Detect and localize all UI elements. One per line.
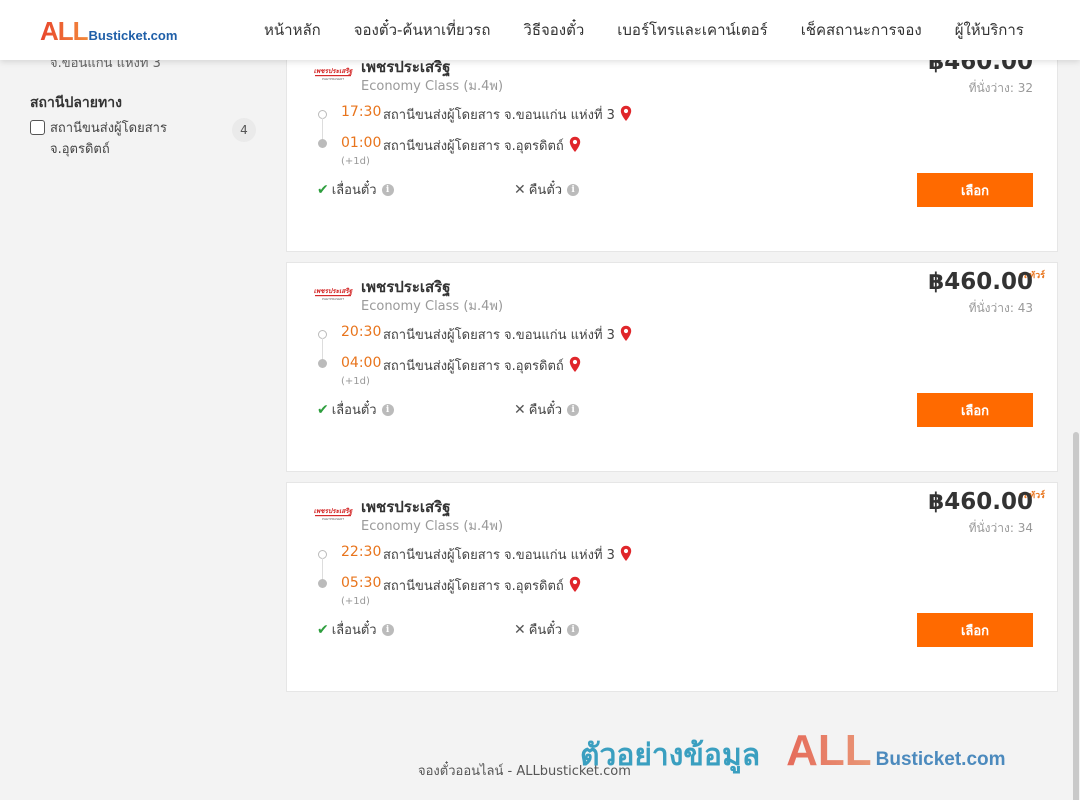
seats-available: ที่นั่งว่าง: 32 (968, 81, 1033, 95)
info-icon[interactable]: i (381, 183, 394, 196)
check-icon: ✔ (317, 181, 329, 198)
change-ticket-label: เลื่อนตั๋ว (331, 183, 377, 198)
main-nav: หน้าหลัก จองตั๋ว-ค้นหาเที่ยวรถ วิธีจองตั… (264, 0, 1057, 60)
bus-class: Economy Class (ม.4พ) (361, 299, 504, 314)
refund-ticket-policy: ✕ คืนตั๋ว i (514, 619, 580, 640)
next-day-indicator: (+1d) (341, 156, 370, 167)
info-icon[interactable]: i (567, 183, 580, 196)
nav-home[interactable]: หน้าหลัก (264, 18, 321, 42)
arrive-station-label: สถานีขนส่งผู้โดยสาร จ.อุตรดิตถ์ (383, 139, 564, 154)
info-icon[interactable]: i (381, 403, 394, 416)
bus-class: Economy Class (ม.4พ) (361, 519, 504, 534)
refund-ticket-policy: ✕ คืนตั๋ว i (514, 399, 580, 420)
change-ticket-policy: ✔ เลื่อนตั๋ว i (317, 399, 394, 420)
logo-all: ALL (40, 16, 89, 46)
depart-station-label: สถานีขนส่งผู้โดยสาร จ.ขอนแก่น แห่งที่ 3 (383, 328, 615, 343)
svg-text:เพชรประเสริฐ: เพชรประเสริฐ (314, 287, 353, 296)
depart-time: 20:30 (341, 324, 382, 340)
arrive-station: สถานีขนส่งผู้โดยสาร จ.อุตรดิตถ์ (383, 355, 581, 376)
arrive-dot (318, 359, 327, 368)
refund-ticket-label: คืนตั๋ว (528, 183, 563, 198)
select-trip-button[interactable]: เลือก (917, 393, 1033, 427)
refund-ticket-label: คืนตั๋ว (528, 623, 563, 638)
destination-filter-label[interactable]: สถานีขนส่งผู้โดยสาร จ.อุตรดิตถ์ (50, 118, 210, 160)
map-pin-icon[interactable] (620, 105, 632, 122)
depart-station: สถานีขนส่งผู้โดยสาร จ.ขอนแก่น แห่งที่ 3 (383, 104, 632, 125)
depart-station-label: สถานีขนส่งผู้โดยสาร จ.ขอนแก่น แห่งที่ 3 (383, 108, 615, 123)
arrive-station: สถานีขนส่งผู้โดยสาร จ.อุตรดิตถ์ (383, 575, 581, 596)
bus-class: Economy Class (ม.4พ) (361, 79, 504, 94)
info-icon[interactable]: i (381, 623, 394, 636)
operator-logo: เพชรประเสริฐ PHETPRASERT (313, 67, 353, 81)
scrollbar-thumb[interactable] (1073, 432, 1079, 800)
change-ticket-policy: ✔ เลื่อนตั๋ว i (317, 619, 394, 640)
svg-text:PHETPRASERT: PHETPRASERT (322, 297, 344, 301)
nav-how-to-book[interactable]: วิธีจองตั๋ว (523, 18, 584, 42)
select-trip-button[interactable]: เลือก (917, 613, 1033, 647)
destination-checkbox[interactable] (30, 120, 45, 135)
trip-card: เพชรประเสริฐ PHETPRASERT เพชรประเสริฐ Ec… (286, 262, 1058, 472)
svg-text:เพชรประเสริฐ: เพชรประเสริฐ (314, 507, 353, 516)
operator-logo: เพชรประเสริฐ PHETPRASERT (313, 507, 353, 521)
watermark-busticket: Busticket.com (875, 749, 1006, 770)
select-trip-button[interactable]: เลือก (917, 173, 1033, 207)
map-pin-icon[interactable] (620, 325, 632, 342)
nav-operators[interactable]: ผู้ให้บริการ (955, 18, 1024, 42)
seats-available: ที่นั่งว่าง: 34 (968, 521, 1033, 535)
arrive-time: 01:00 (341, 135, 382, 151)
map-pin-icon[interactable] (569, 136, 581, 153)
trip-price: ฿460.00 (928, 269, 1033, 295)
arrive-station-label: สถานีขนส่งผู้โดยสาร จ.อุตรดิตถ์ (383, 359, 564, 374)
nav-check-status[interactable]: เช็คสถานะการจอง (801, 18, 922, 42)
change-ticket-policy: ✔ เลื่อนตั๋ว i (317, 179, 394, 200)
info-icon[interactable]: i (567, 403, 580, 416)
seats-available: ที่นั่งว่าง: 43 (968, 301, 1033, 315)
depart-station: สถานีขนส่งผู้โดยสาร จ.ขอนแก่น แห่งที่ 3 (383, 544, 632, 565)
svg-text:PHETPRASERT: PHETPRASERT (322, 517, 344, 521)
site-header: ALL Busticket.com หน้าหลัก จองตั๋ว-ค้นหา… (0, 0, 1080, 60)
trip-card: เพชรประเสริฐ PHETPRASERT เพชรประเสริฐ Ec… (286, 482, 1058, 692)
sample-data-watermark: ตัวอย่างข้อมูล ALL Busticket.com (580, 726, 1006, 779)
depart-time: 22:30 (341, 544, 382, 560)
check-icon: ✔ (317, 401, 329, 418)
map-pin-icon[interactable] (569, 576, 581, 593)
check-icon: ✔ (317, 621, 329, 638)
arrive-time: 05:30 (341, 575, 382, 591)
site-logo[interactable]: ALL Busticket.com (40, 16, 177, 47)
destination-heading: สถานีปลายทาง (30, 95, 122, 111)
watermark-all: ALL (786, 726, 872, 775)
svg-text:เพชรประเสริฐ: เพชรประเสริฐ (314, 67, 353, 76)
arrive-dot (318, 579, 327, 588)
arrive-time: 04:00 (341, 355, 382, 371)
cross-icon: ✕ (514, 181, 526, 198)
operator-logo: เพชรประเสริฐ PHETPRASERT (313, 287, 353, 301)
depart-station-label: สถานีขนส่งผู้โดยสาร จ.ขอนแก่น แห่งที่ 3 (383, 548, 615, 563)
map-pin-icon[interactable] (569, 356, 581, 373)
depart-station: สถานีขนส่งผู้โดยสาร จ.ขอนแก่น แห่งที่ 3 (383, 324, 632, 345)
map-pin-icon[interactable] (620, 545, 632, 562)
trip-price: ฿460.00 (928, 489, 1033, 515)
refund-ticket-policy: ✕ คืนตั๋ว i (514, 179, 580, 200)
watermark-thai-text: ตัวอย่างข้อมูล (580, 738, 761, 773)
arrive-station: สถานีขนส่งผู้โดยสาร จ.อุตรดิตถ์ (383, 135, 581, 156)
arrive-station-label: สถานีขนส่งผู้โดยสาร จ.อุตรดิตถ์ (383, 579, 564, 594)
next-day-indicator: (+1d) (341, 596, 370, 607)
nav-phone-counters[interactable]: เบอร์โทรและเคาน์เตอร์ (617, 18, 767, 42)
info-icon[interactable]: i (567, 623, 580, 636)
logo-busticket: Busticket.com (88, 28, 178, 43)
next-day-indicator: (+1d) (341, 376, 370, 387)
change-ticket-label: เลื่อนตั๋ว (331, 623, 377, 638)
cross-icon: ✕ (514, 401, 526, 418)
change-ticket-label: เลื่อนตั๋ว (331, 403, 377, 418)
nav-book-search[interactable]: จองตั๋ว-ค้นหาเที่ยวรถ (354, 18, 491, 42)
cross-icon: ✕ (514, 621, 526, 638)
arrive-dot (318, 139, 327, 148)
svg-text:PHETPRASERT: PHETPRASERT (322, 77, 344, 81)
trip-card: เพชรประเสริฐ PHETPRASERT เพชรประเสริฐ Ec… (286, 42, 1058, 252)
refund-ticket-label: คืนตั๋ว (528, 403, 563, 418)
scrollbar-track[interactable] (1072, 60, 1080, 800)
depart-time: 17:30 (341, 104, 382, 120)
destination-filter-count: 4 (232, 118, 256, 142)
